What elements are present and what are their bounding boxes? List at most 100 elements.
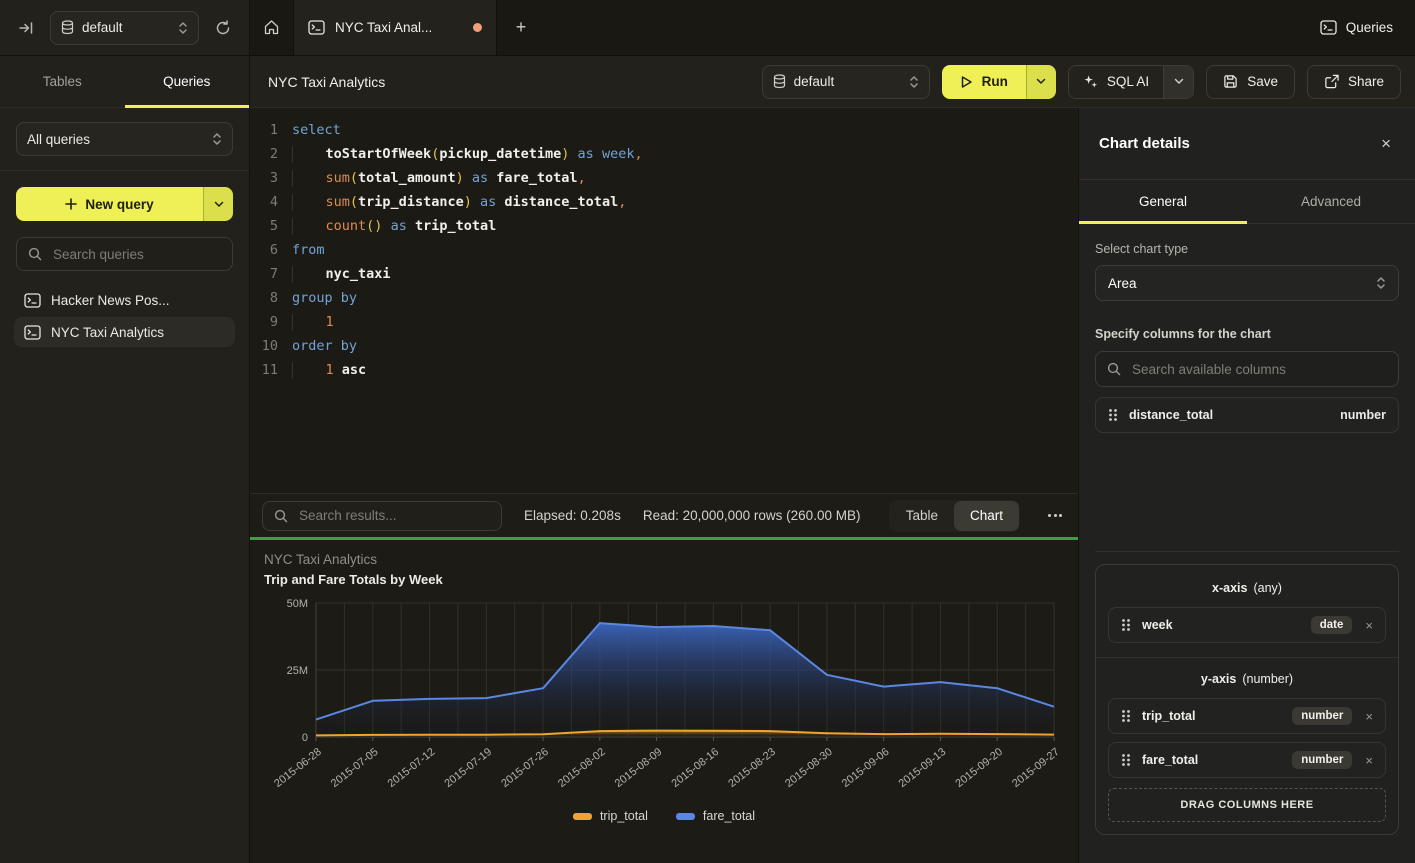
column-type-badge: number bbox=[1292, 707, 1352, 725]
view-toggle: Table Chart bbox=[889, 500, 1020, 532]
new-query-dropdown-button[interactable] bbox=[203, 187, 233, 221]
query-list-item[interactable]: NYC Taxi Analytics bbox=[14, 317, 235, 347]
run-split-button: Run bbox=[942, 65, 1056, 99]
save-button[interactable]: Save bbox=[1206, 65, 1295, 99]
code-line[interactable]: 11 1 asc bbox=[250, 358, 1078, 382]
line-number: 11 bbox=[250, 358, 278, 382]
code-line[interactable]: 10order by bbox=[250, 334, 1078, 358]
svg-text:50M: 50M bbox=[287, 598, 308, 610]
column-row-trip_total[interactable]: trip_totalnumber× bbox=[1108, 698, 1386, 734]
terminal-icon bbox=[24, 325, 41, 340]
query-tab-nyc-taxi[interactable]: NYC Taxi Anal... bbox=[294, 0, 497, 55]
search-icon bbox=[274, 509, 288, 523]
code-line[interactable]: 3 sum(total_amount) as fare_total, bbox=[250, 166, 1078, 190]
column-row-week[interactable]: weekdate× bbox=[1108, 607, 1386, 643]
new-query-split-button: New query bbox=[16, 187, 233, 221]
sql-ai-button[interactable]: SQL AI bbox=[1069, 66, 1163, 98]
chart-legend: trip_total fare_total bbox=[264, 809, 1064, 823]
code-line[interactable]: 7 nyc_taxi bbox=[250, 262, 1078, 286]
topbar-spacer bbox=[545, 0, 1298, 55]
save-icon bbox=[1223, 74, 1238, 89]
sidebar: Tables Queries All queries New query bbox=[0, 56, 250, 863]
code-line[interactable]: 1select bbox=[250, 118, 1078, 142]
svg-text:2015-09-20: 2015-09-20 bbox=[953, 746, 1005, 790]
run-dropdown-button[interactable] bbox=[1026, 65, 1056, 99]
code-line[interactable]: 4 sum(trip_distance) as distance_total, bbox=[250, 190, 1078, 214]
share-icon bbox=[1324, 74, 1339, 89]
legend-swatch bbox=[573, 813, 592, 820]
y-axis-title: y-axis bbox=[1201, 672, 1236, 686]
topbar-database-selector[interactable]: default bbox=[50, 11, 199, 45]
home-tab-button[interactable] bbox=[250, 0, 294, 55]
sql-ai-dropdown-button[interactable] bbox=[1163, 66, 1193, 98]
tab-general[interactable]: General bbox=[1079, 180, 1247, 223]
updown-chevron-icon bbox=[1376, 276, 1386, 290]
chart-type-select[interactable]: Area bbox=[1095, 265, 1399, 301]
run-button[interactable]: Run bbox=[942, 65, 1026, 99]
svg-text:2015-06-28: 2015-06-28 bbox=[272, 746, 324, 790]
chart-type-label: Select chart type bbox=[1095, 242, 1399, 256]
axis-config-box: x-axis(any) weekdate× y-axis(number) tri… bbox=[1095, 564, 1399, 835]
remove-column-button[interactable]: × bbox=[1363, 753, 1373, 768]
column-type-badge: number bbox=[1292, 751, 1352, 769]
query-item-label: NYC Taxi Analytics bbox=[51, 325, 164, 340]
drag-handle-icon bbox=[1121, 753, 1131, 767]
topbar: default NYC Taxi Anal... + Quer bbox=[0, 0, 1415, 56]
svg-text:2015-08-16: 2015-08-16 bbox=[669, 746, 721, 790]
chart-details-title: Chart details bbox=[1099, 135, 1190, 152]
share-button[interactable]: Share bbox=[1307, 65, 1401, 99]
new-tab-button[interactable]: + bbox=[497, 0, 545, 55]
code-line[interactable]: 9 1 bbox=[250, 310, 1078, 334]
legend-item-fare_total[interactable]: fare_total bbox=[676, 809, 755, 823]
drag-columns-drop-zone[interactable]: DRAG COLUMNS HERE bbox=[1108, 788, 1386, 822]
query-list: Hacker News Pos... NYC Taxi Analytics bbox=[14, 285, 235, 347]
column-row-fare_total[interactable]: fare_totalnumber× bbox=[1108, 742, 1386, 778]
code-text: 1 bbox=[292, 310, 334, 334]
results-search-input[interactable] bbox=[297, 507, 490, 524]
tab-advanced[interactable]: Advanced bbox=[1247, 180, 1415, 223]
legend-item-trip_total[interactable]: trip_total bbox=[573, 809, 648, 823]
tab-label: NYC Taxi Anal... bbox=[335, 20, 463, 35]
remove-column-button[interactable]: × bbox=[1363, 709, 1373, 724]
code-line[interactable]: 6from bbox=[250, 238, 1078, 262]
header-database-selector[interactable]: default bbox=[762, 65, 930, 99]
code-line[interactable]: 8group by bbox=[250, 286, 1078, 310]
sidebar-tabs: Tables Queries bbox=[0, 56, 249, 108]
query-search-input[interactable] bbox=[51, 246, 221, 263]
play-icon bbox=[960, 75, 973, 89]
code-line[interactable]: 5 count() as trip_total bbox=[250, 214, 1078, 238]
sidebar-tab-queries[interactable]: Queries bbox=[125, 56, 250, 107]
view-toggle-table[interactable]: Table bbox=[890, 501, 954, 531]
elapsed-stat: Elapsed: 0.208s bbox=[524, 508, 621, 523]
chart-details-header: Chart details × bbox=[1079, 108, 1415, 180]
code-text: toStartOfWeek(pickup_datetime) as week, bbox=[292, 142, 643, 166]
remove-column-button[interactable]: × bbox=[1363, 618, 1373, 633]
collapse-arrow-icon bbox=[18, 20, 34, 36]
database-icon bbox=[61, 20, 74, 35]
query-filter-select[interactable]: All queries bbox=[16, 122, 233, 156]
terminal-icon bbox=[24, 293, 41, 308]
chart-panel: NYC Taxi Analytics Trip and Fare Totals … bbox=[250, 540, 1078, 863]
query-list-item[interactable]: Hacker News Pos... bbox=[14, 285, 235, 315]
sql-editor[interactable]: 1select2 toStartOfWeek(pickup_datetime) … bbox=[250, 108, 1078, 493]
save-label: Save bbox=[1247, 74, 1278, 89]
line-number: 5 bbox=[250, 214, 278, 238]
columns-search-box bbox=[1095, 351, 1399, 387]
queries-button-label: Queries bbox=[1346, 20, 1393, 35]
view-toggle-chart[interactable]: Chart bbox=[954, 501, 1019, 531]
close-button[interactable]: × bbox=[1377, 132, 1395, 156]
column-name: week bbox=[1142, 618, 1173, 632]
x-axis-columns: weekdate× bbox=[1108, 607, 1386, 643]
queries-panel-button[interactable]: Queries bbox=[1298, 0, 1415, 55]
topbar-database-value: default bbox=[82, 20, 123, 35]
sidebar-tab-tables[interactable]: Tables bbox=[0, 56, 125, 107]
column-row-distance_total[interactable]: distance_totalnumber bbox=[1095, 397, 1399, 433]
header-actions: default Run bbox=[762, 65, 1401, 99]
code-line[interactable]: 2 toStartOfWeek(pickup_datetime) as week… bbox=[250, 142, 1078, 166]
columns-search-input[interactable] bbox=[1130, 361, 1387, 378]
share-label: Share bbox=[1348, 74, 1384, 89]
new-query-button[interactable]: New query bbox=[16, 187, 203, 221]
collapse-sidebar-button[interactable] bbox=[14, 16, 38, 40]
more-options-icon[interactable] bbox=[1044, 508, 1066, 523]
refresh-button[interactable] bbox=[211, 16, 235, 40]
